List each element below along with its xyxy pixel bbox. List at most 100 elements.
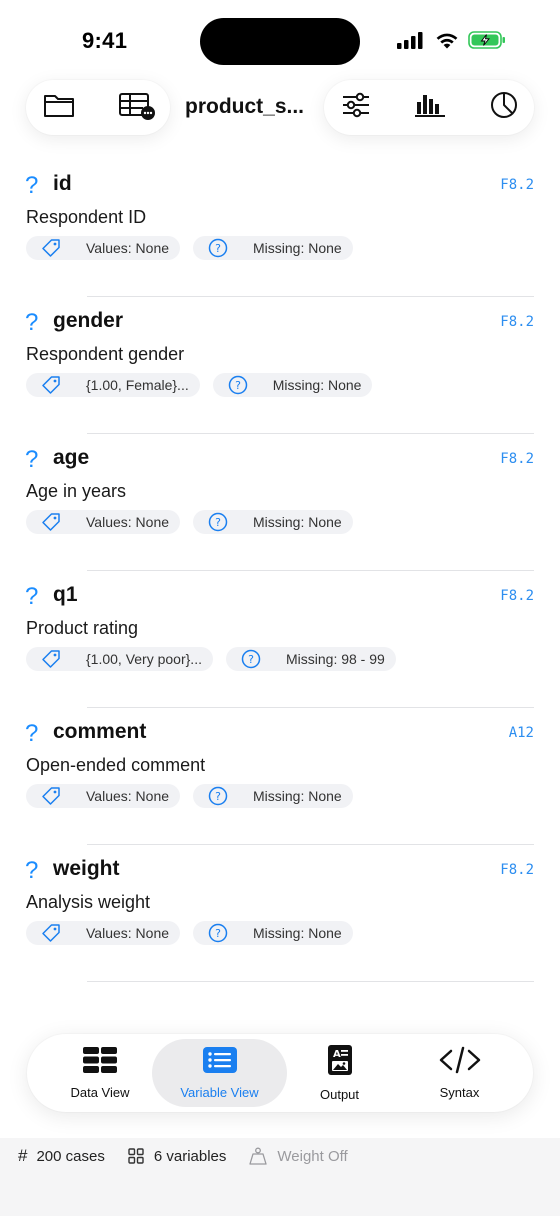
variable-label: Open-ended comment [26,755,206,775]
variable-format: F8.2 [500,451,534,467]
variable-format: F8.2 [500,588,534,604]
status-bar: 9:41 [0,0,560,80]
variable-name: comment [53,720,147,743]
variable-name: weight [53,857,120,880]
toolbar-right-group [324,80,534,135]
variable-chips: {1.00, Very poor}... ? Missing: 98 - 99 [26,647,396,671]
value-labels-chip[interactable]: Values: None [26,784,181,808]
variable-row-comment[interactable]: ? comment A12 Open-ended comment Values:… [0,708,560,845]
missing-values-text: Missing: None [253,240,342,256]
output-doc-icon: A [326,1044,354,1081]
variable-format: A12 [508,725,534,741]
tab-variable-view[interactable]: Variable View [152,1039,287,1107]
variable-chips: Values: None ? Missing: None [26,236,353,260]
missing-values-text: Missing: None [272,377,362,393]
tab-label: Syntax [439,1085,480,1100]
svg-text:?: ? [235,379,241,392]
data-menu-button[interactable] [109,80,165,135]
value-labels-text: {1.00, Female}... [86,377,189,393]
variable-label: Respondent ID [26,207,147,227]
tab-output[interactable]: A Output [287,1039,392,1107]
tab-syntax[interactable]: Syntax [407,1039,512,1107]
value-labels-text: {1.00, Very poor}... [86,651,202,667]
tab-label: Data View [70,1085,130,1100]
value-labels-chip[interactable]: {1.00, Female}... [26,373,200,397]
value-labels-chip[interactable]: Values: None [26,921,181,945]
svg-text:?: ? [248,653,254,666]
unknown-measure-icon: ? [25,857,39,884]
tab-label: Output [319,1087,360,1102]
variable-chips: {1.00, Female}... ? Missing: None [26,373,373,397]
variable-name: q1 [53,583,78,606]
svg-text:?: ? [215,516,221,529]
value-labels-chip[interactable]: Values: None [26,510,181,534]
pie-chart-icon [489,90,519,125]
svg-text:A: A [333,1049,341,1060]
unknown-measure-icon: ? [25,583,39,610]
question-circle-icon: ? [227,374,249,396]
variable-format: F8.2 [500,314,534,330]
dataset-status-row: # 200 cases 6 variables Weight Off [18,1146,348,1166]
value-labels-text: Values: None [86,514,170,530]
dynamic-island [200,18,360,65]
grid-icon [82,1046,118,1079]
tag-icon [40,511,62,533]
weight-status: Weight Off [277,1147,348,1165]
variable-name: gender [53,309,124,332]
wifi-icon [434,30,460,55]
value-labels-text: Values: None [86,788,170,804]
unknown-measure-icon: ? [25,309,39,336]
question-circle-icon: ? [207,922,229,944]
bar-chart-icon [413,91,447,124]
variable-count: 6 variables [153,1147,227,1165]
status-time: 9:41 [82,28,128,53]
bottom-tab-bar: Data View Variable View A Output Syntax [27,1034,533,1112]
unknown-measure-icon: ? [25,446,39,473]
missing-values-chip[interactable]: ? Missing: None [193,510,353,534]
status-icons [396,30,506,54]
missing-values-chip[interactable]: ? Missing: None [193,921,353,945]
tab-label: Variable View [180,1085,259,1100]
list-icon [202,1046,238,1079]
variable-row-id[interactable]: ? id F8.2 Respondent ID Values: None ? M… [0,160,560,297]
row-divider [87,981,534,982]
variable-row-weight[interactable]: ? weight F8.2 Analysis weight Values: No… [0,845,560,982]
variable-name: id [53,172,72,195]
missing-values-chip[interactable]: ? Missing: None [193,784,353,808]
missing-values-text: Missing: None [253,514,342,530]
analysis-button[interactable] [476,80,532,135]
value-labels-text: Values: None [86,925,170,941]
variable-chips: Values: None ? Missing: None [26,510,353,534]
tab-data-view[interactable]: Data View [33,1039,167,1107]
svg-text:?: ? [215,790,221,803]
missing-values-chip[interactable]: ? Missing: None [193,236,353,260]
value-labels-chip[interactable]: {1.00, Very poor}... [26,647,213,671]
variable-list: ? id F8.2 Respondent ID Values: None ? M… [0,160,560,982]
weight-icon [248,1146,268,1166]
document-title[interactable]: product_s... [185,95,313,119]
cellular-signal-icon [396,31,426,54]
variable-format: F8.2 [500,862,534,878]
tag-icon [40,922,62,944]
hash-icon: # [18,1146,28,1165]
tag-icon [40,785,62,807]
sliders-icon [340,91,372,124]
variable-label: Respondent gender [26,344,185,364]
open-file-button[interactable] [31,80,87,135]
missing-values-chip[interactable]: ? Missing: 98 - 99 [225,647,396,671]
variable-chips: Values: None ? Missing: None [26,784,353,808]
variable-row-gender[interactable]: ? gender F8.2 Respondent gender {1.00, F… [0,297,560,434]
question-circle-icon: ? [240,648,262,670]
missing-values-chip[interactable]: ? Missing: None [212,373,373,397]
question-circle-icon: ? [207,237,229,259]
battery-icon [468,30,506,55]
value-labels-chip[interactable]: Values: None [26,236,181,260]
charts-button[interactable] [402,80,458,135]
value-labels-text: Values: None [86,240,170,256]
tag-icon [40,648,62,670]
filter-settings-button[interactable] [328,80,384,135]
svg-text:?: ? [215,927,221,940]
variable-row-age[interactable]: ? age F8.2 Age in years Values: None ? M… [0,434,560,571]
missing-values-text: Missing: None [253,925,342,941]
variable-row-q1[interactable]: ? q1 F8.2 Product rating {1.00, Very poo… [0,571,560,708]
